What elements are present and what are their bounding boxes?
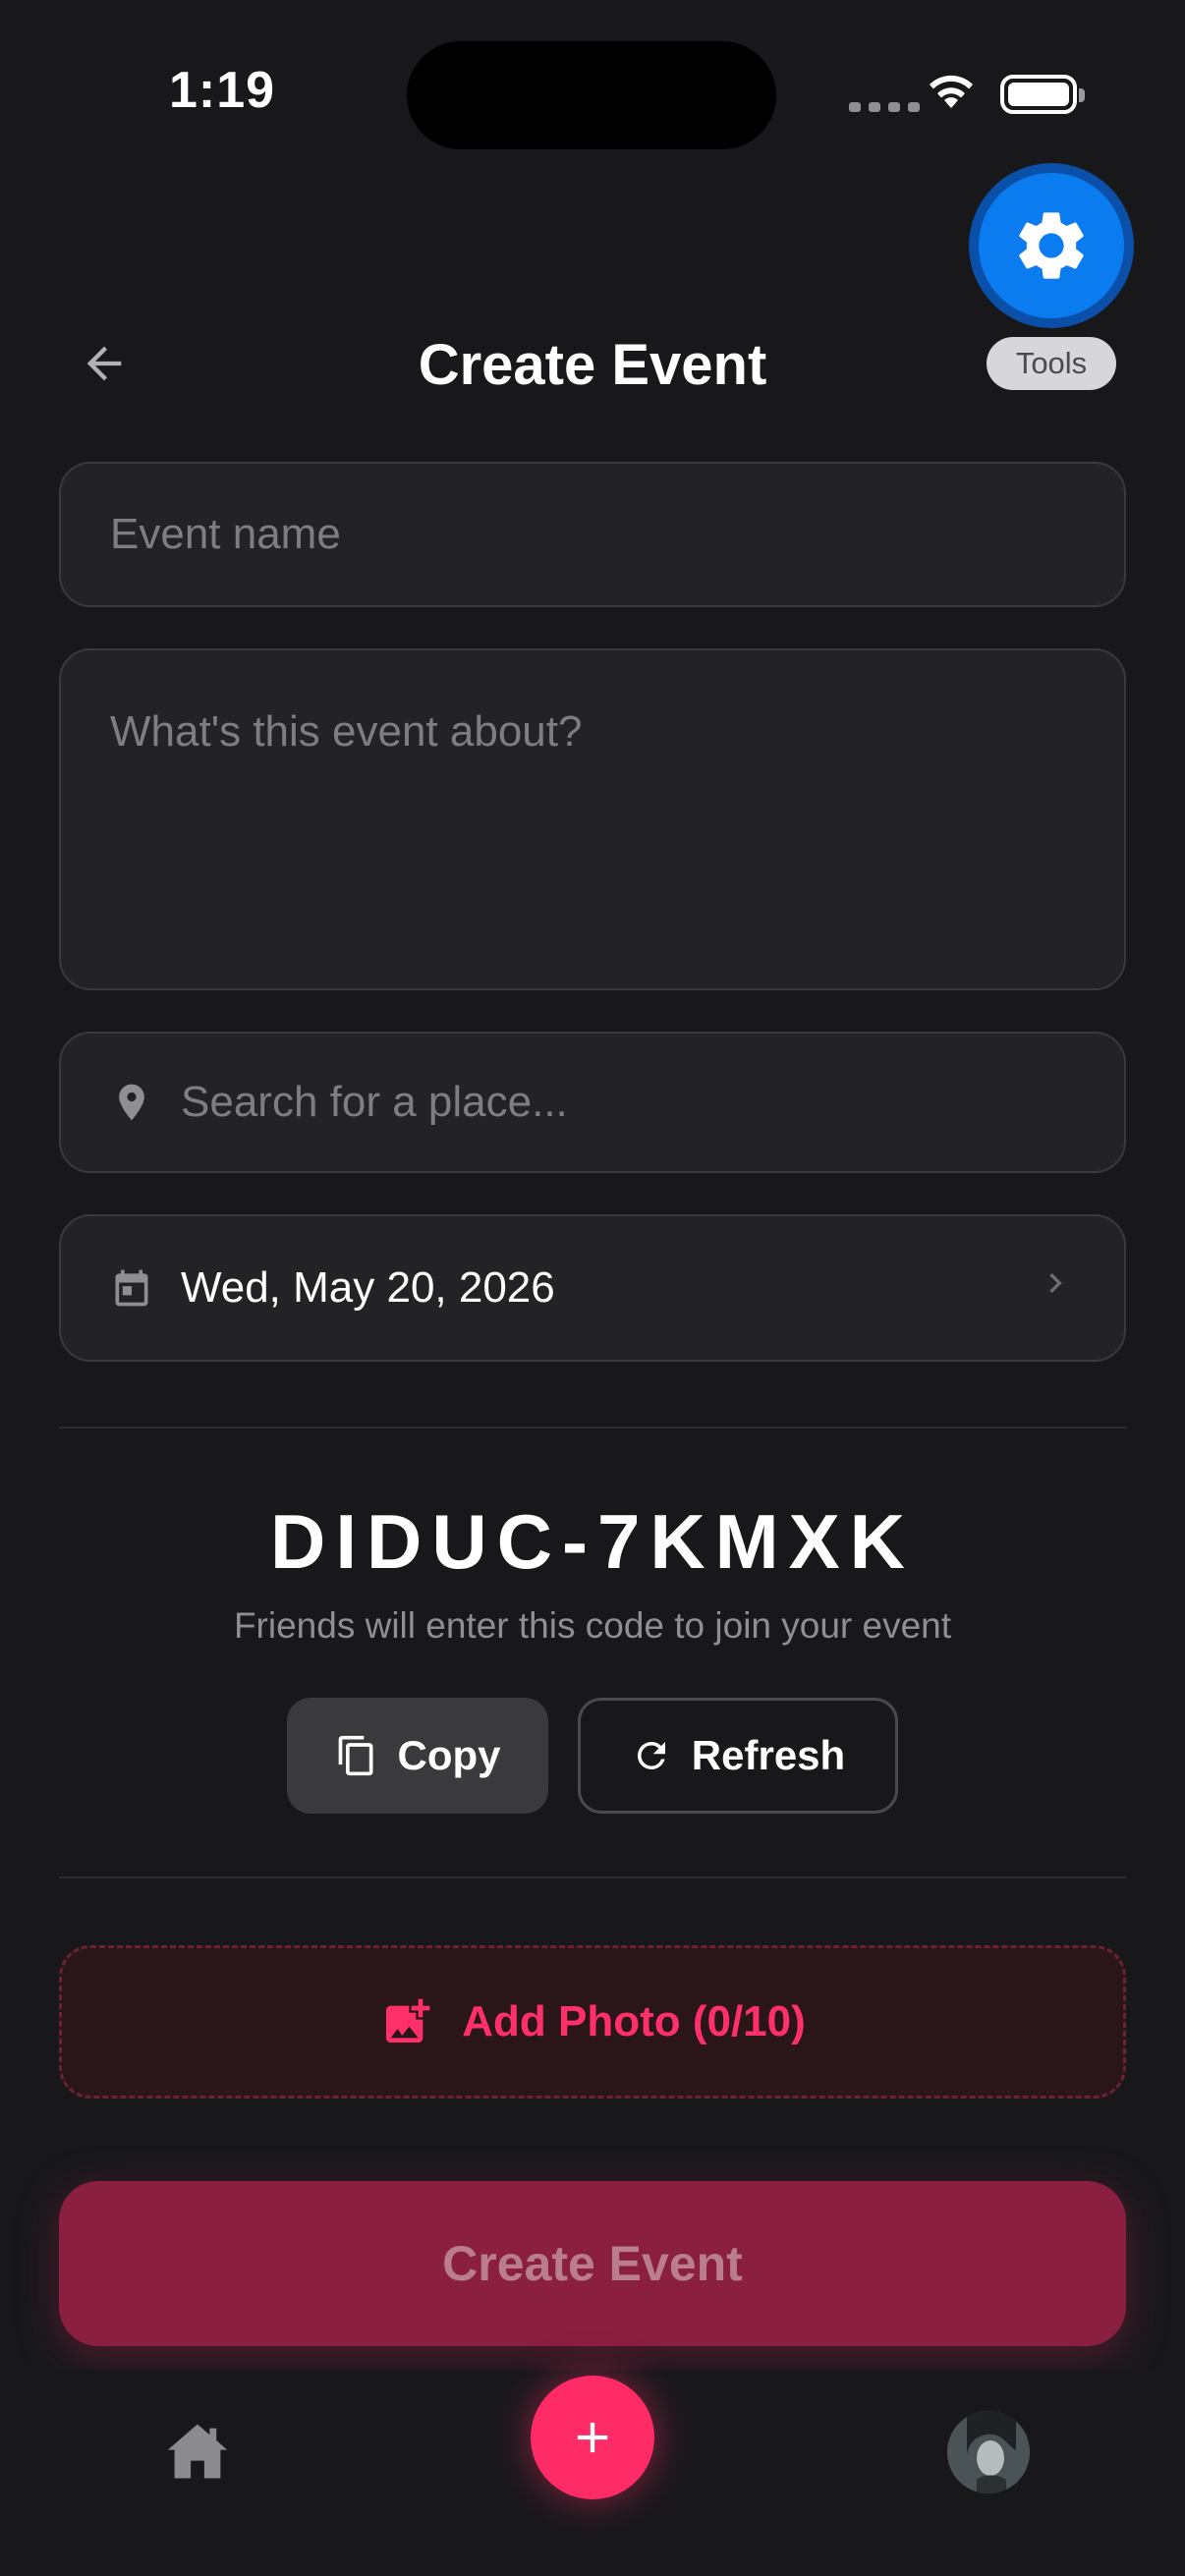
calendar-icon xyxy=(110,1266,153,1310)
divider xyxy=(59,1427,1126,1428)
divider xyxy=(59,1876,1126,1878)
add-photo-label: Add Photo (0/10) xyxy=(462,1997,806,2045)
profile-avatar[interactable] xyxy=(947,2411,1030,2493)
join-code-hint: Friends will enter this code to join you… xyxy=(233,1605,952,1646)
refresh-icon xyxy=(637,1742,665,1769)
add-photo-icon xyxy=(386,1998,430,2043)
status-time: 1:19 xyxy=(169,62,276,119)
gear-icon xyxy=(1019,212,1084,279)
event-name-placeholder: Event name xyxy=(110,510,341,558)
cellular-signal-icon xyxy=(849,102,920,112)
chevron-right-icon xyxy=(1036,1263,1075,1314)
dynamic-island xyxy=(407,41,776,149)
home-tab[interactable] xyxy=(165,2421,230,2487)
refresh-label: Refresh xyxy=(691,1732,846,1778)
date-picker[interactable]: Wed, May 20, 2026 xyxy=(59,1214,1126,1362)
wifi-icon xyxy=(924,69,979,117)
page-title: Create Event xyxy=(418,333,767,397)
add-photo-button[interactable]: Add Photo (0/10) xyxy=(59,1945,1126,2099)
create-event-button[interactable]: Create Event xyxy=(59,2181,1126,2346)
copy-label: Copy xyxy=(397,1732,501,1778)
add-event-fab[interactable] xyxy=(531,2376,654,2499)
copy-code-button[interactable]: Copy xyxy=(287,1698,548,1814)
copy-icon xyxy=(338,1735,372,1776)
plus-icon xyxy=(577,2422,608,2453)
event-name-input[interactable]: Event name xyxy=(59,462,1126,607)
place-search-input[interactable]: Search for a place... xyxy=(59,1032,1126,1173)
refresh-code-button[interactable]: Refresh xyxy=(578,1698,898,1814)
location-pin-icon xyxy=(110,1081,153,1124)
event-description-textarea[interactable]: What's this event about? xyxy=(59,648,1126,990)
tools-button[interactable] xyxy=(979,173,1124,318)
place-search-placeholder: Search for a place... xyxy=(181,1078,568,1126)
battery-icon xyxy=(1000,75,1085,114)
event-description-placeholder: What's this event about? xyxy=(110,707,583,756)
home-icon xyxy=(167,2424,228,2479)
date-value: Wed, May 20, 2026 xyxy=(181,1263,555,1312)
join-code: DIDUC-7KMXK xyxy=(270,1498,915,1585)
